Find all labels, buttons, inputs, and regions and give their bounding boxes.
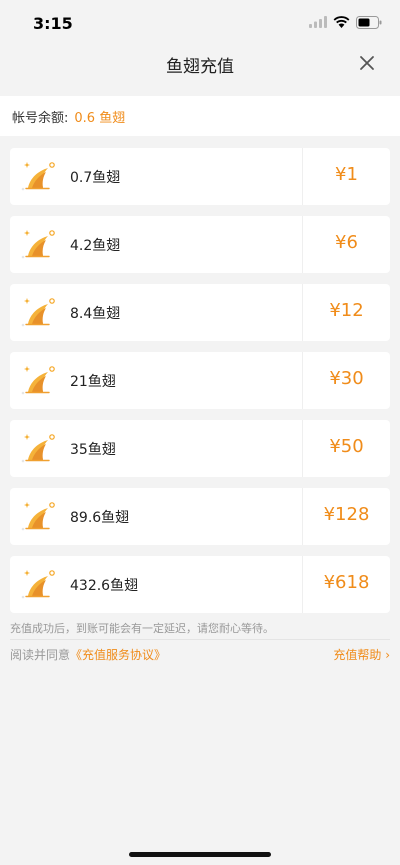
package-item-3[interactable]: 21鱼翅 ¥30 bbox=[10, 352, 390, 409]
package-amount: 35鱼翅 bbox=[70, 442, 116, 458]
package-item-1[interactable]: 4.2鱼翅 ¥6 bbox=[10, 216, 390, 273]
package-price: ¥30 bbox=[329, 368, 364, 389]
divider bbox=[10, 639, 390, 640]
package-item-6[interactable]: 432.6鱼翅 ¥618 bbox=[10, 556, 390, 613]
nav-bar: 鱼翅充值 bbox=[0, 46, 400, 84]
package-price: ¥128 bbox=[323, 504, 370, 525]
package-price: ¥12 bbox=[329, 300, 364, 321]
shark-fin-icon bbox=[21, 162, 55, 191]
package-item-2[interactable]: 8.4鱼翅 ¥12 bbox=[10, 284, 390, 341]
recharge-help-link[interactable]: 充值帮助 › bbox=[333, 646, 390, 663]
balance-label: 帐号余额: bbox=[12, 110, 69, 126]
package-price: ¥618 bbox=[323, 572, 370, 593]
balance-bar: 帐号余额: 0.6 鱼翅 bbox=[0, 96, 400, 136]
package-price: ¥1 bbox=[335, 164, 358, 185]
agreement-text: 阅读并同意《充值服务协议》 bbox=[10, 646, 166, 663]
package-amount: 8.4鱼翅 bbox=[70, 306, 121, 322]
status-time: 3:15 bbox=[33, 14, 73, 33]
package-amount: 432.6鱼翅 bbox=[70, 578, 139, 594]
recharge-notice: 充值成功后，到账可能会有一定延迟，请您耐心等待。 bbox=[10, 622, 274, 635]
package-item-5[interactable]: 89.6鱼翅 ¥128 bbox=[10, 488, 390, 545]
package-item-4[interactable]: 35鱼翅 ¥50 bbox=[10, 420, 390, 477]
package-amount: 89.6鱼翅 bbox=[70, 510, 130, 526]
package-price: ¥6 bbox=[335, 232, 358, 253]
package-list: 0.7鱼翅 ¥1 4.2鱼翅 ¥6 8.4鱼翅 ¥12 21鱼翅 ¥30 35鱼… bbox=[10, 148, 390, 624]
home-indicator bbox=[129, 852, 271, 857]
package-amount: 21鱼翅 bbox=[70, 374, 116, 390]
service-agreement-link[interactable]: 《充值服务协议》 bbox=[70, 648, 166, 662]
shark-fin-icon bbox=[21, 570, 55, 599]
status-icons bbox=[309, 15, 382, 29]
status-bar: 3:15 bbox=[0, 0, 400, 46]
balance-value: 0.6 鱼翅 bbox=[74, 110, 126, 126]
package-item-0[interactable]: 0.7鱼翅 ¥1 bbox=[10, 148, 390, 205]
page-title: 鱼翅充值 bbox=[166, 57, 234, 77]
battery-icon bbox=[356, 15, 382, 29]
shark-fin-icon bbox=[21, 366, 55, 395]
package-price: ¥50 bbox=[329, 436, 364, 457]
shark-fin-icon bbox=[21, 434, 55, 463]
close-icon[interactable] bbox=[358, 54, 376, 72]
shark-fin-icon bbox=[21, 502, 55, 531]
agreement-prefix: 阅读并同意 bbox=[10, 648, 71, 662]
signal-icon bbox=[309, 16, 327, 28]
shark-fin-icon bbox=[21, 298, 55, 327]
wifi-icon bbox=[333, 16, 350, 28]
package-amount: 0.7鱼翅 bbox=[70, 170, 121, 186]
package-amount: 4.2鱼翅 bbox=[70, 238, 121, 254]
shark-fin-icon bbox=[21, 230, 55, 259]
